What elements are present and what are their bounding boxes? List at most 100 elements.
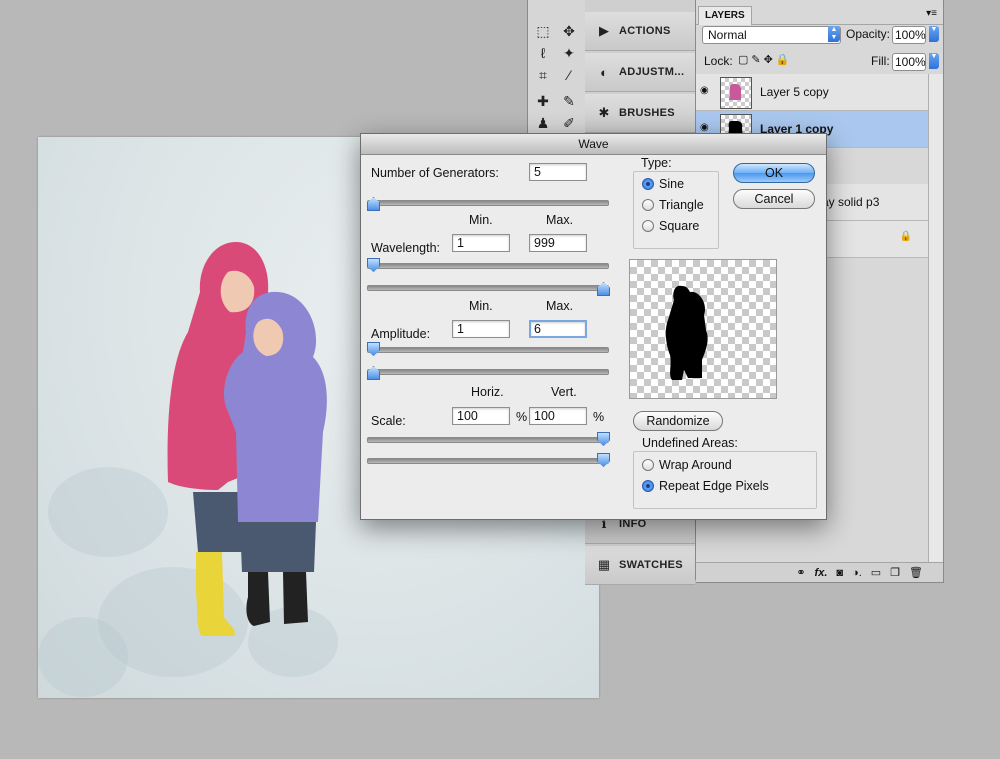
scale-vert-slider[interactable] xyxy=(367,453,610,467)
preview-silhouette xyxy=(665,285,708,380)
percent-label: % xyxy=(516,410,528,424)
generators-slider[interactable] xyxy=(367,197,609,211)
tools-panel: ⬚ ✥ ℓ ✦ ⌗ ⁄ ✚ ✎ ♟ ✐ xyxy=(527,0,587,134)
randomize-button[interactable]: Randomize xyxy=(633,411,723,431)
undefined-areas-label: Undefined Areas: xyxy=(642,436,738,450)
dock-swatches[interactable]: ▦ SWATCHES xyxy=(585,546,695,585)
dock-actions-label: ACTIONS xyxy=(619,25,671,37)
amplitude-max-input[interactable]: 6 xyxy=(529,320,587,338)
type-triangle-radio[interactable]: Triangle xyxy=(642,198,704,212)
scale-vert-thumb[interactable] xyxy=(597,453,610,467)
cancel-button[interactable]: Cancel xyxy=(733,189,815,209)
layer-row[interactable]: ◉ Layer 5 copy xyxy=(696,74,928,111)
brush-tool-icon[interactable]: ✎ xyxy=(558,90,580,112)
dock-adjustments[interactable]: ◐ ADJUSTM... xyxy=(585,53,695,92)
lasso-tool-icon[interactable]: ℓ xyxy=(532,42,554,64)
layers-tab[interactable]: LAYERS xyxy=(698,6,752,25)
dock-swatches-label: SWATCHES xyxy=(619,559,683,571)
amplitude-max-slider[interactable] xyxy=(367,366,609,380)
swatches-icon: ▦ xyxy=(597,557,611,572)
scale-horiz-label: Horiz. xyxy=(471,385,504,399)
wavelength-min-input[interactable]: 1 xyxy=(452,234,510,252)
layer-name[interactable]: Layer 5 copy xyxy=(760,85,829,99)
healing-brush-tool-icon[interactable]: ✚ xyxy=(532,90,554,112)
wavelength-max-input[interactable]: 999 xyxy=(529,234,587,252)
blend-mode-value: Normal xyxy=(708,28,747,42)
scale-horiz-slider[interactable] xyxy=(367,432,610,446)
panel-menu-icon[interactable]: ▾≡ xyxy=(926,8,937,19)
clone-stamp-tool-icon[interactable]: ♟ xyxy=(532,112,554,134)
layers-scrollbar[interactable] xyxy=(928,74,943,564)
dock-actions[interactable]: ▶ ACTIONS xyxy=(585,12,695,51)
new-layer-icon[interactable]: ❐ xyxy=(890,566,900,579)
layer-mask-icon[interactable]: ◙ xyxy=(836,567,843,579)
scale-vert-input[interactable]: 100 xyxy=(529,407,587,425)
blend-mode-stepper-icon: ▲ ▼ xyxy=(828,26,840,42)
adjustment-layer-icon[interactable]: ◑. xyxy=(852,567,862,579)
ok-button[interactable]: OK xyxy=(733,163,815,183)
wavelength-max-thumb[interactable] xyxy=(597,282,610,296)
radio-dot xyxy=(642,459,654,471)
lock-label: Lock: xyxy=(704,54,733,68)
amplitude-label: Amplitude: xyxy=(371,327,431,341)
crop-tool-icon[interactable]: ⌗ xyxy=(532,64,554,86)
history-brush-tool-icon[interactable]: ✐ xyxy=(558,112,580,134)
opacity-arrow-icon[interactable]: ▼ xyxy=(929,26,939,42)
opacity-value: 100% xyxy=(895,28,926,42)
generators-slider-thumb[interactable] xyxy=(367,197,380,211)
fill-input[interactable]: 100% ▼ xyxy=(892,53,939,71)
layer-name[interactable]: ay solid p3 xyxy=(822,195,879,209)
wavelength-min-label: Min. xyxy=(469,213,493,227)
scale-vert-label: Vert. xyxy=(551,385,577,399)
adjustments-icon: ◐ xyxy=(600,64,608,80)
dock-brushes-label: BRUSHES xyxy=(619,107,675,119)
type-label: Type: xyxy=(641,156,672,170)
dock-adjustments-label: ADJUSTM... xyxy=(619,66,685,78)
wavelength-min-slider[interactable] xyxy=(367,258,609,272)
dock-brushes[interactable]: ✱ BRUSHES xyxy=(585,94,695,133)
move-tool-icon[interactable]: ✥ xyxy=(558,20,580,42)
eyedropper-tool-icon[interactable]: ⁄ xyxy=(558,64,580,86)
radio-dot xyxy=(642,480,654,492)
fx-icon[interactable]: fx. xyxy=(815,567,828,579)
scale-horiz-thumb[interactable] xyxy=(597,432,610,446)
fill-value: 100% xyxy=(895,55,926,69)
wavelength-max-slider[interactable] xyxy=(367,282,610,296)
radio-dot xyxy=(642,178,654,190)
radio-dot xyxy=(642,220,654,232)
fill-label: Fill: xyxy=(871,54,890,68)
percent-label: % xyxy=(593,410,605,424)
type-sine-label: Sine xyxy=(659,177,685,191)
opacity-input[interactable]: 100% ▼ xyxy=(892,26,939,44)
opacity-label: Opacity: xyxy=(846,27,891,41)
generators-input[interactable]: 5 xyxy=(529,163,587,181)
amplitude-min-slider[interactable] xyxy=(367,342,609,356)
amplitude-max-label: Max. xyxy=(546,299,574,313)
amplitude-max-thumb[interactable] xyxy=(367,366,380,380)
scale-horiz-input[interactable]: 100 xyxy=(452,407,510,425)
layers-footer: ⚭ fx. ◙ ◑. ▭ ❐ 🗑 xyxy=(696,562,943,582)
radio-dot xyxy=(642,199,654,211)
type-square-label: Square xyxy=(659,219,700,233)
wavelength-min-thumb[interactable] xyxy=(367,258,380,272)
trash-icon[interactable]: 🗑 xyxy=(909,566,923,579)
type-square-radio[interactable]: Square xyxy=(642,219,699,233)
marquee-tool-icon[interactable]: ⬚ xyxy=(532,20,554,42)
group-folder-icon[interactable]: ▭ xyxy=(871,566,881,579)
wrap-around-radio[interactable]: Wrap Around xyxy=(642,458,732,472)
fill-arrow-icon[interactable]: ▼ xyxy=(929,53,939,69)
type-sine-radio[interactable]: Sine xyxy=(642,177,684,191)
eye-icon[interactable]: ◉ xyxy=(700,122,714,133)
actions-icon: ▶ xyxy=(599,23,609,38)
blend-mode-select[interactable]: Normal ▲ ▼ xyxy=(702,26,841,44)
scale-label: Scale: xyxy=(371,414,406,428)
link-layers-icon[interactable]: ⚭ xyxy=(796,566,805,579)
repeat-edge-pixels-radio[interactable]: Repeat Edge Pixels xyxy=(642,479,769,493)
brushes-icon: ✱ xyxy=(598,105,610,120)
eye-icon[interactable]: ◉ xyxy=(700,85,714,96)
amplitude-min-thumb[interactable] xyxy=(367,342,380,356)
magic-wand-tool-icon[interactable]: ✦ xyxy=(558,42,580,64)
lock-icons[interactable]: ▢✎✥🔒 xyxy=(738,53,793,66)
wrap-around-label: Wrap Around xyxy=(659,458,732,472)
amplitude-min-input[interactable]: 1 xyxy=(452,320,510,338)
